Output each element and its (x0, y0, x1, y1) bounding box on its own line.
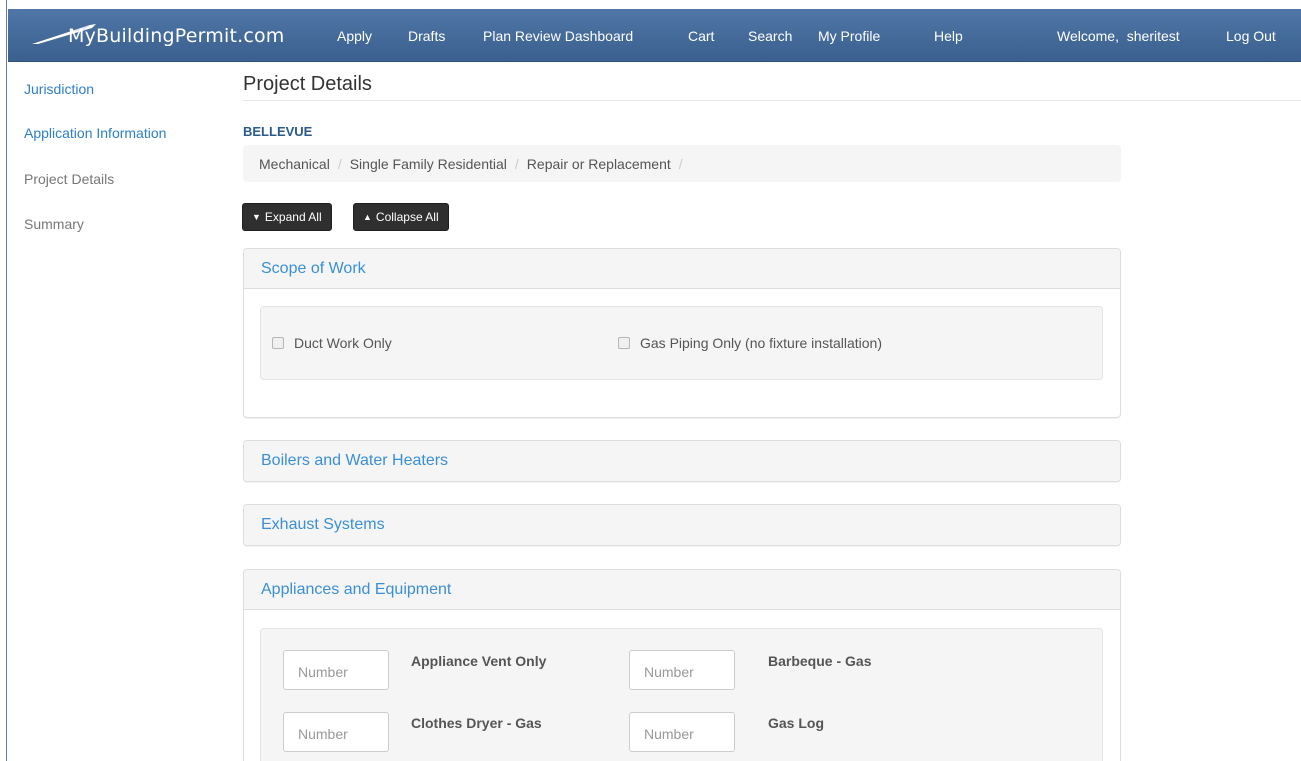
breadcrumb-item: Single Family Residential (349, 155, 507, 172)
sidebar-item-jurisdiction[interactable]: Jurisdiction (24, 81, 94, 97)
sidebar-item-application-information[interactable]: Application Information (24, 125, 166, 141)
appliance-vent-only-label: Appliance Vent Only (411, 653, 547, 669)
panel-heading-boilers-and-water-heaters[interactable]: Boilers and Water Heaters (244, 441, 1120, 481)
appliance-vent-only-input[interactable] (283, 650, 389, 690)
option-label: Duct Work Only (294, 335, 392, 351)
panel-appliances-and-equipment: Appliances and Equipment Appliance Vent … (243, 569, 1121, 761)
page-title: Project Details (243, 73, 372, 95)
panel-heading-scope-of-work[interactable]: Scope of Work (244, 249, 1120, 289)
nav-cart[interactable]: Cart (688, 9, 714, 62)
panel-exhaust-systems: Exhaust Systems (243, 504, 1121, 546)
collapse-all-button[interactable]: ▲ Collapse All (353, 203, 449, 231)
option-duct-work-only: Duct Work Only (272, 335, 392, 351)
jurisdiction-name: BELLEVUE (243, 124, 313, 139)
gas-piping-only-checkbox[interactable] (618, 337, 630, 349)
nav-my-profile[interactable]: My Profile (818, 9, 880, 62)
barbeque-gas-label: Barbeque - Gas (768, 653, 872, 669)
breadcrumb-item: Repair or Replacement (526, 155, 671, 172)
nav-drafts[interactable]: Drafts (408, 9, 445, 62)
expand-all-button[interactable]: ▼ Expand All (242, 203, 332, 231)
brand-link[interactable]: MyBuildingPermit.com (32, 9, 285, 62)
brand-name: MyBuildingPermit.com (68, 24, 285, 47)
breadcrumb-separator: / (337, 155, 342, 172)
appliances-fields-well: Appliance Vent Only Barbeque - Gas Cloth… (260, 628, 1103, 761)
top-navbar: MyBuildingPermit.com Apply Drafts Plan R… (8, 9, 1301, 62)
breadcrumb-separator: / (678, 155, 683, 172)
welcome-user[interactable]: Welcome, sheritest (1057, 9, 1180, 62)
scope-options-well: Duct Work Only Gas Piping Only (no fixtu… (260, 306, 1103, 380)
clothes-dryer-gas-label: Clothes Dryer - Gas (411, 715, 542, 731)
gas-log-label: Gas Log (768, 715, 825, 731)
option-gas-piping-only: Gas Piping Only (no fixture installation… (618, 335, 882, 351)
chevron-down-icon: ▼ (252, 212, 261, 222)
nav-log-out[interactable]: Log Out (1226, 9, 1276, 62)
sidebar-item-summary: Summary (24, 216, 84, 232)
breadcrumb-item: Mechanical (259, 155, 330, 172)
nav-help[interactable]: Help (934, 9, 963, 62)
nav-plan-review-dashboard[interactable]: Plan Review Dashboard (483, 9, 633, 62)
option-label: Gas Piping Only (no fixture installation… (640, 335, 882, 351)
expand-all-label: Expand All (264, 210, 322, 224)
barbeque-gas-input[interactable] (629, 650, 735, 690)
left-border (6, 0, 7, 761)
duct-work-only-checkbox[interactable] (272, 337, 284, 349)
nav-search[interactable]: Search (748, 9, 792, 62)
collapse-all-label: Collapse All (375, 210, 439, 224)
nav-apply[interactable]: Apply (337, 9, 372, 62)
title-divider (243, 100, 1301, 101)
panel-heading-appliances-and-equipment[interactable]: Appliances and Equipment (244, 570, 1120, 610)
clothes-dryer-gas-input[interactable] (283, 712, 389, 752)
chevron-up-icon: ▲ (363, 212, 372, 222)
panel-heading-exhaust-systems[interactable]: Exhaust Systems (244, 505, 1120, 545)
panel-scope-of-work: Scope of Work Duct Work Only Gas Piping … (243, 248, 1121, 418)
panel-boilers-and-water-heaters: Boilers and Water Heaters (243, 440, 1121, 482)
gas-log-input[interactable] (629, 712, 735, 752)
sidebar-item-project-details: Project Details (24, 171, 115, 187)
breadcrumb: Mechanical / Single Family Residential /… (243, 145, 1121, 182)
breadcrumb-separator: / (514, 155, 519, 172)
